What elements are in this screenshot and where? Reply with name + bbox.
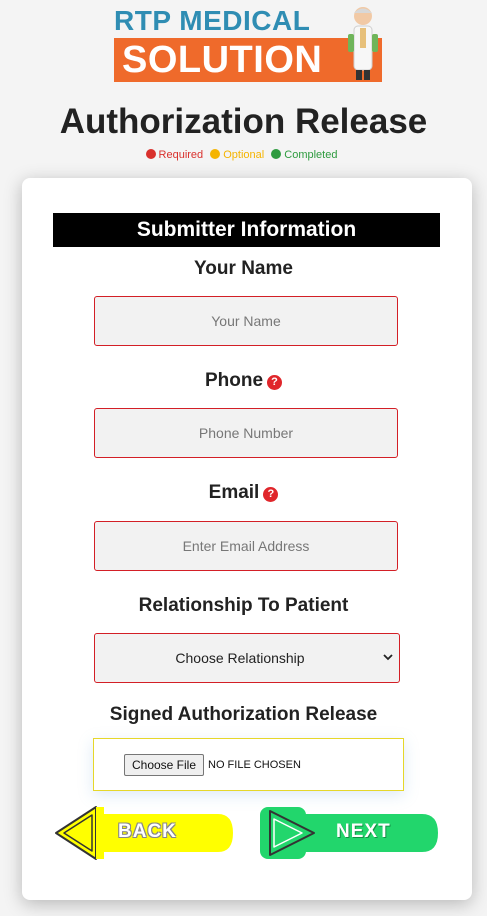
logo-line-1: RTP MEDICAL — [114, 5, 311, 36]
phone-input[interactable] — [94, 408, 398, 458]
name-input[interactable] — [94, 296, 398, 346]
legend-completed-label: Completed — [284, 149, 338, 161]
legend-completed: Completed — [271, 149, 337, 161]
phone-label-text: Phone — [204, 370, 264, 391]
field-status-legend: Required Optional Completed — [0, 148, 487, 162]
name-label: Your Name — [0, 257, 487, 281]
chevron-down-icon — [383, 654, 393, 661]
relationship-label: Relationship To Patient — [0, 594, 487, 618]
doctor-mascot-icon — [348, 7, 378, 80]
brand-logo: RTP MEDICAL SOLUTION — [114, 4, 382, 82]
legend-required-label: Required — [158, 149, 204, 161]
email-label-text: Email — [208, 482, 260, 503]
name-label-text: Your Name — [194, 258, 293, 279]
yellow-dot-icon — [210, 149, 221, 159]
file-upload-box: Choose File NO FILE CHOSEN — [93, 738, 404, 791]
phone-label: Phone? — [0, 369, 487, 393]
upload-label: Signed Authorization Release — [0, 703, 487, 727]
upload-label-text: Signed Authorization Release — [109, 704, 378, 725]
email-label: Email? — [0, 481, 487, 505]
back-label: BACK — [118, 821, 177, 842]
legend-required: Required — [145, 149, 204, 161]
page-title: Authorization Release — [59, 102, 428, 141]
next-label: NEXT — [336, 821, 391, 842]
green-dot-icon — [271, 149, 282, 159]
legend-optional: Optional — [210, 149, 264, 161]
logo-line-2: SOLUTION — [122, 39, 323, 81]
back-button[interactable]: BACK — [52, 805, 234, 861]
red-dot-icon — [145, 149, 156, 159]
relationship-selected-value: Choose Relationship — [175, 650, 305, 666]
legend-optional-label: Optional — [223, 149, 265, 161]
question-circle-icon[interactable]: ? — [263, 487, 279, 502]
question-circle-icon[interactable]: ? — [267, 375, 283, 390]
choose-file-button[interactable]: Choose File — [124, 754, 204, 776]
relationship-label-text: Relationship To Patient — [138, 595, 349, 616]
next-button[interactable]: NEXT — [258, 805, 440, 861]
relationship-select[interactable]: Choose Relationship — [94, 633, 400, 683]
file-status: NO FILE CHOSEN — [208, 759, 301, 771]
section-header: Submitter Information — [53, 213, 440, 247]
email-input[interactable] — [94, 521, 398, 571]
